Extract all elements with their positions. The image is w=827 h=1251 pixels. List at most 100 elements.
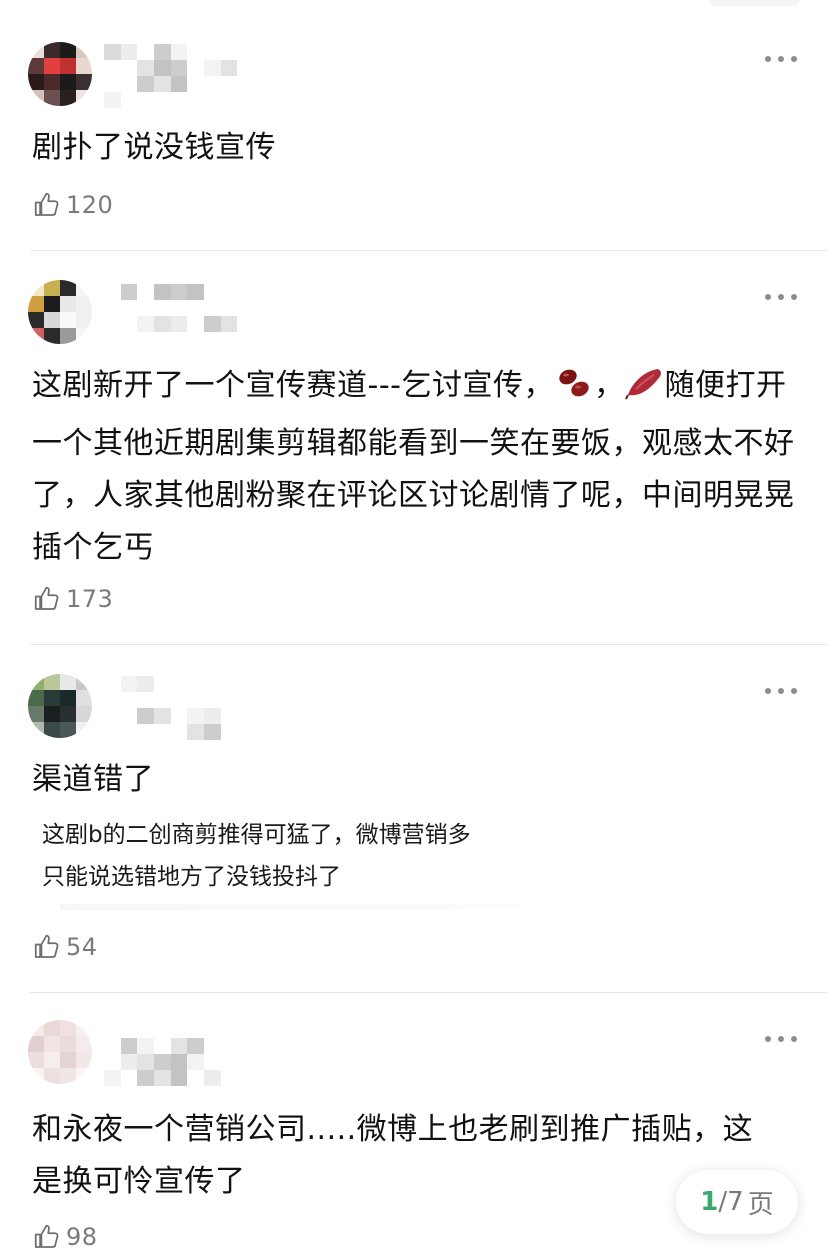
quoted-reply-line: 只能说选错地方了没钱投抖了 <box>42 864 341 890</box>
avatar-pixel <box>28 74 44 90</box>
page-indicator[interactable]: 1/7 页 <box>676 1170 798 1234</box>
comment-text: 渠道错了 <box>32 762 154 797</box>
like-button[interactable]: 173 <box>32 582 113 616</box>
username-pixel <box>237 1022 254 1038</box>
username-pixel <box>104 92 121 108</box>
like-button[interactable]: 120 <box>32 188 113 222</box>
avatar-pixel <box>60 42 76 58</box>
dot-icon <box>765 294 771 300</box>
avatar-pixel <box>44 42 60 58</box>
avatar-pixel <box>76 706 92 722</box>
username-pixel <box>121 692 138 708</box>
like-button[interactable]: 98 <box>32 1220 98 1251</box>
avatar-pixel <box>28 312 44 328</box>
avatar-pixel <box>44 312 60 328</box>
avatar-pixel <box>28 706 44 722</box>
username-pixel <box>220 316 238 332</box>
thumbs-up-icon <box>34 586 59 610</box>
username-pixel <box>221 1054 238 1070</box>
divider <box>30 992 827 993</box>
username-pixel <box>187 1038 204 1054</box>
username-pixel <box>187 1054 204 1070</box>
avatar-pixel <box>60 296 76 312</box>
username-pixel <box>137 44 154 60</box>
avatar-pixel <box>44 674 60 690</box>
username-pixel <box>153 76 171 92</box>
blurred-username[interactable] <box>104 676 254 740</box>
avatar-pixel <box>76 280 92 296</box>
sweet-potato-emoji <box>624 365 664 418</box>
username-pixel <box>104 1054 121 1070</box>
username-pixel <box>221 708 238 724</box>
avatar-pixel <box>76 58 92 74</box>
more-options-button[interactable] <box>765 686 797 696</box>
dot-icon <box>791 56 797 62</box>
username-pixel <box>154 92 171 108</box>
username-pixel <box>221 676 238 692</box>
thumbs-up-icon <box>34 934 59 958</box>
username-pixel <box>204 92 221 108</box>
avatar-pixel <box>60 58 76 74</box>
username-pixel <box>187 92 204 108</box>
avatar-pixel <box>44 90 60 106</box>
avatar-pixel <box>28 722 44 738</box>
comment-text-part: ， <box>593 368 625 403</box>
username-pixel <box>171 676 188 692</box>
avatar-pixel <box>76 690 92 706</box>
username-pixel <box>137 1022 154 1038</box>
like-button[interactable]: 54 <box>32 930 98 964</box>
username-pixel <box>237 724 254 740</box>
username-pixel <box>221 1038 238 1054</box>
comment-text: 这剧新开了一个宣传赛道---乞讨宣传，，随便打开一个其他近期剧集剪辑都能看到一笑… <box>32 360 802 574</box>
avatar-pixel <box>44 722 60 738</box>
dot-icon <box>765 56 771 62</box>
avatar-pixel <box>28 690 44 706</box>
username-pixel <box>203 708 221 724</box>
username-pixel <box>237 76 254 92</box>
like-count: 120 <box>66 191 114 219</box>
username-pixel <box>171 332 188 348</box>
username-pixel <box>187 1070 204 1086</box>
faded-text-artifact <box>60 904 520 910</box>
username-pixel <box>121 332 138 348</box>
avatar-pixel <box>60 280 76 296</box>
username-pixel <box>104 332 121 348</box>
avatar[interactable] <box>28 280 92 344</box>
more-options-button[interactable] <box>765 1034 797 1044</box>
username-pixel <box>120 284 138 300</box>
username-pixel <box>187 692 204 708</box>
username-pixel <box>221 1070 238 1086</box>
avatar-pixel <box>76 90 92 106</box>
username-pixel <box>121 300 138 316</box>
username-pixel <box>171 692 188 708</box>
username-pixel <box>170 1054 188 1070</box>
username-pixel <box>204 332 221 348</box>
avatar-pixel <box>44 296 60 312</box>
username-pixel <box>221 44 238 60</box>
beans-emoji <box>554 365 594 418</box>
username-pixel <box>170 60 188 76</box>
like-count: 54 <box>66 933 98 961</box>
avatar[interactable] <box>28 674 92 738</box>
avatar-pixel <box>44 1036 60 1052</box>
username-pixel <box>237 60 254 76</box>
username-pixel <box>237 1038 254 1054</box>
username-pixel <box>104 44 121 60</box>
avatar[interactable] <box>28 42 92 106</box>
username-pixel <box>237 316 254 332</box>
blurred-username[interactable] <box>104 44 254 108</box>
thumbs-up-icon <box>34 192 59 216</box>
username-pixel <box>237 708 254 724</box>
blurred-username[interactable] <box>104 1022 254 1086</box>
dot-icon <box>791 1036 797 1042</box>
blurred-username[interactable] <box>104 284 254 348</box>
username-pixel <box>187 316 204 332</box>
username-pixel <box>104 692 121 708</box>
username-pixel <box>154 332 171 348</box>
username-pixel <box>137 1054 154 1070</box>
more-options-button[interactable] <box>765 54 797 64</box>
avatar[interactable] <box>28 1020 92 1084</box>
avatar-pixel <box>76 74 92 90</box>
avatar-pixel <box>60 1068 76 1084</box>
more-options-button[interactable] <box>765 292 797 302</box>
